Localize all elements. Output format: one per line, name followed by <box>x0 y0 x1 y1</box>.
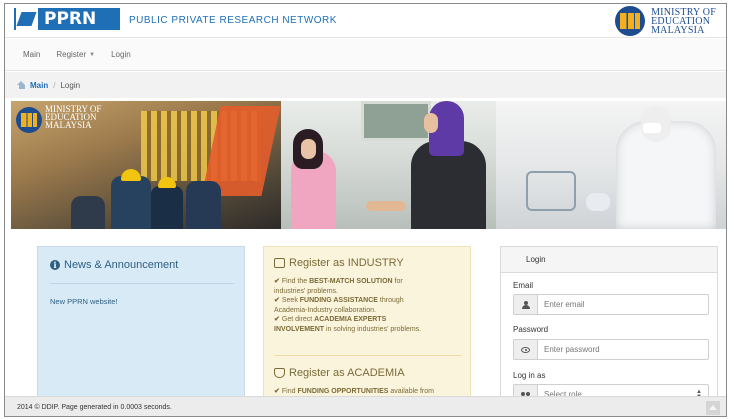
news-panel: i News & Announcement New PPRN website! <box>37 246 245 416</box>
industry-point-3-cont: INVOLVEMENT in solving industries' probl… <box>274 325 421 335</box>
industry-point-1-pre: Find the <box>281 278 310 285</box>
footer-text: 2014 © DDIP. Page generated in 0.0003 se… <box>17 404 172 411</box>
banner-handshake-photo <box>281 101 496 229</box>
main-content: i News & Announcement New PPRN website! … <box>5 229 726 416</box>
register-industry-title-text: Register as INDUSTRY <box>289 257 404 269</box>
ministry-name: MINISTRY OF EDUCATION MALAYSIA <box>651 7 716 36</box>
user-icon <box>521 300 530 309</box>
logo-text: PPRN <box>44 9 97 29</box>
network-name: PUBLIC PRIVATE RESEARCH NETWORK <box>129 15 337 26</box>
industry-point-1: ✔ Find the BEST-MATCH SOLUTION for <box>274 277 421 287</box>
banner-lab-photo <box>496 101 726 229</box>
nav-main[interactable]: Main <box>23 50 40 59</box>
user-icon-addon <box>514 295 538 314</box>
industry-point-2-post: through <box>377 297 404 304</box>
hero-banner: MINISTRY OF EDUCATION MALAYSIA <box>11 101 726 229</box>
password-input[interactable]: Enter password <box>538 340 708 359</box>
main-nav: Main Register ▼ Login <box>5 39 726 71</box>
nav-register-label: Register <box>56 50 87 59</box>
page-footer: 2014 © DDIP. Page generated in 0.0003 se… <box>5 396 726 416</box>
password-field[interactable]: Enter password <box>513 339 709 360</box>
back-to-top-icon[interactable] <box>706 401 720 415</box>
email-input[interactable]: Enter email <box>538 295 708 314</box>
check-icon: ✔ <box>274 278 280 285</box>
industry-point-3-pre: Get direct <box>281 316 315 323</box>
industry-point-3-bold: ACADEMIA EXPERTS <box>314 316 387 323</box>
industry-point-3-post: in solving industries' problems. <box>324 325 422 333</box>
nav-login[interactable]: Login <box>111 50 131 59</box>
academia-point-1-pre: Find <box>281 388 298 395</box>
login-heading: Login <box>501 247 717 273</box>
industry-point-2-cont: Academia-Industry collaboration. <box>274 306 376 314</box>
breadcrumb: Main / Login <box>5 72 726 98</box>
industry-icon <box>274 258 285 268</box>
eye-icon <box>521 346 530 353</box>
breadcrumb-current: Login <box>60 80 81 90</box>
register-divider <box>274 355 462 356</box>
industry-point-2-bold: FUNDING ASSISTANCE <box>299 297 378 304</box>
industry-point-1-post: for <box>392 278 403 285</box>
news-title-text: News & Announcement <box>64 259 179 271</box>
ministry-logo: MINISTRY OF EDUCATION MALAYSIA <box>615 6 716 36</box>
page: PPRN PUBLIC PRIVATE RESEARCH NETWORK MIN… <box>4 3 727 417</box>
industry-point-1-bold: BEST-MATCH SOLUTION <box>309 278 393 285</box>
news-item[interactable]: New PPRN website! <box>50 297 118 306</box>
register-panel: Register as INDUSTRY ✔ Find the BEST-MATC… <box>263 246 471 416</box>
industry-point-3: ✔ Get direct ACADEMIA EXPERTS <box>274 315 421 325</box>
banner-ministry-line-3: MALAYSIA <box>45 120 92 130</box>
site-header: PPRN PUBLIC PRIVATE RESEARCH NETWORK MIN… <box>5 4 726 38</box>
breadcrumb-main[interactable]: Main <box>30 81 48 90</box>
ministry-crest-icon <box>615 6 646 36</box>
academia-point-1-post: available from <box>388 388 434 395</box>
industry-point-2: ✔ Seek FUNDING ASSISTANCE through <box>274 296 421 306</box>
register-industry: Register as INDUSTRY ✔ Find the BEST-MATC… <box>274 257 421 334</box>
pprn-logo-icon <box>16 8 38 30</box>
academia-icon <box>274 368 285 378</box>
banner-industry-photo: MINISTRY OF EDUCATION MALAYSIA <box>11 101 281 229</box>
pprn-logo[interactable]: PPRN <box>14 8 120 30</box>
check-icon: ✔ <box>274 316 280 323</box>
ministry-line-3: MALAYSIA <box>651 24 705 36</box>
banner-ministry-name: MINISTRY OF EDUCATION MALAYSIA <box>45 105 101 130</box>
check-icon: ✔ <box>274 297 280 304</box>
register-academia: Register as ACADEMIA ✔ Find FUNDING OPPOR… <box>274 367 434 397</box>
role-label: Log in as <box>513 371 546 380</box>
register-academia-title-text: Register as ACADEMIA <box>289 367 405 379</box>
register-academia-title[interactable]: Register as ACADEMIA <box>274 367 434 379</box>
news-title: i News & Announcement <box>50 259 178 271</box>
breadcrumb-separator: / <box>53 80 56 90</box>
academia-point-1-bold: FUNDING OPPORTUNITIES <box>297 388 389 395</box>
industry-point-1-cont: industries' problems. <box>274 287 338 295</box>
check-icon: ✔ <box>274 388 280 395</box>
chevron-down-icon: ▼ <box>89 51 96 58</box>
industry-point-3-bold-2: INVOLVEMENT <box>274 325 325 333</box>
email-label: Email <box>513 281 534 290</box>
eye-icon-addon <box>514 340 538 359</box>
industry-point-2-pre: Seek <box>281 297 300 304</box>
banner-ministry-crest-icon <box>16 107 42 133</box>
info-icon: i <box>50 260 60 270</box>
nav-register[interactable]: Register ▼ <box>56 50 95 59</box>
news-divider <box>50 283 234 284</box>
login-panel: Login Email Enter email Password Enter p… <box>500 246 718 416</box>
password-label: Password <box>513 325 549 334</box>
home-icon[interactable] <box>17 81 26 89</box>
register-industry-title[interactable]: Register as INDUSTRY <box>274 257 421 269</box>
email-field[interactable]: Enter email <box>513 294 709 315</box>
